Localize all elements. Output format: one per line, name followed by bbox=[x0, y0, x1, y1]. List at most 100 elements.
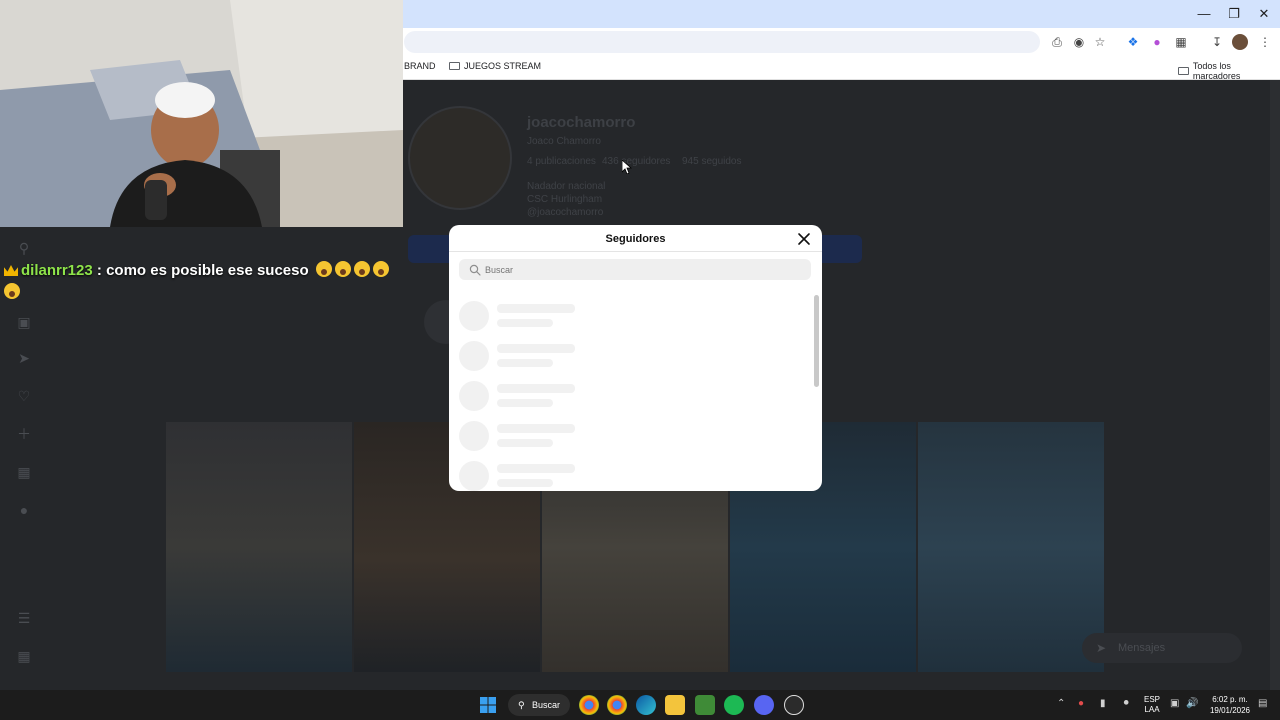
windows-taskbar: ⚲ Buscar ⌃ ● ▮ ⚫ ESP LAA ▣ 🔊 6:02 p. m. … bbox=[0, 690, 1280, 720]
notifications-icon[interactable]: ▤ bbox=[1258, 698, 1267, 709]
all-bookmarks-label: Todos los marcadores bbox=[1192, 61, 1241, 81]
search-icon bbox=[469, 263, 481, 281]
loading-line-placeholder bbox=[497, 359, 553, 367]
loading-avatar-placeholder bbox=[459, 421, 489, 451]
modal-scrollbar[interactable] bbox=[814, 295, 819, 387]
modal-title: Seguidores bbox=[605, 233, 666, 245]
folder-icon bbox=[449, 62, 460, 70]
close-icon[interactable] bbox=[795, 230, 813, 248]
install-app-icon[interactable]: ⎙ bbox=[1049, 34, 1065, 50]
chat-separator: : bbox=[96, 262, 102, 279]
minecraft-icon[interactable] bbox=[695, 695, 715, 715]
address-bar[interactable] bbox=[404, 31, 1040, 53]
language-indicator[interactable]: ESP LAA bbox=[1140, 695, 1164, 715]
bookmark-star-icon[interactable]: ☆ bbox=[1092, 34, 1108, 50]
clock-time: 6:02 p. m. bbox=[1212, 695, 1248, 704]
screaming-face-icon bbox=[4, 283, 20, 299]
chrome-icon[interactable] bbox=[579, 695, 599, 715]
post-thumbnail[interactable] bbox=[918, 422, 1104, 672]
modal-divider bbox=[449, 251, 822, 252]
close-window-icon[interactable]: ✕ bbox=[1249, 4, 1279, 24]
search-input[interactable] bbox=[485, 262, 785, 277]
chat-text: como es posible ese suceso bbox=[106, 262, 309, 279]
following-count[interactable]: 945 seguidos bbox=[682, 156, 742, 167]
followers-count[interactable]: 436 seguidores bbox=[602, 156, 670, 167]
loading-line-placeholder bbox=[497, 464, 575, 473]
heart-icon[interactable]: ♡ bbox=[16, 388, 32, 404]
all-bookmarks[interactable]: Todos los marcadores bbox=[1178, 61, 1280, 81]
crown-icon bbox=[4, 265, 18, 276]
search-icon: ⚲ bbox=[518, 700, 525, 710]
send-icon: ➤ bbox=[1096, 641, 1107, 655]
loading-line-placeholder bbox=[497, 319, 553, 327]
microphone-icon[interactable]: ⚫ bbox=[1122, 698, 1130, 709]
volume-icon[interactable]: 🔊 bbox=[1186, 698, 1198, 709]
loading-avatar-placeholder bbox=[459, 341, 489, 371]
eye-off-icon[interactable]: ◉ bbox=[1071, 34, 1087, 50]
profile-avatar[interactable] bbox=[1232, 34, 1248, 50]
screaming-face-icon bbox=[353, 261, 370, 277]
profile-avatar-large[interactable] bbox=[408, 106, 512, 210]
bio-line: CSC Hurlingham bbox=[527, 194, 603, 205]
edge-icon[interactable] bbox=[636, 695, 656, 715]
loading-line-placeholder bbox=[497, 479, 553, 487]
tray-app-icon[interactable]: ● bbox=[1078, 698, 1084, 709]
loading-avatar-placeholder bbox=[459, 381, 489, 411]
mouse-cursor bbox=[621, 159, 633, 179]
discord-icon[interactable] bbox=[754, 695, 774, 715]
profile-display-name: Joaco Chamorro bbox=[527, 136, 601, 147]
clock-date: 19/01/2026 bbox=[1209, 706, 1251, 715]
network-icon[interactable]: ▣ bbox=[1170, 698, 1179, 709]
loading-line-placeholder bbox=[497, 344, 575, 353]
bio-line: Nadador nacional bbox=[527, 181, 606, 192]
profile-icon[interactable]: ● bbox=[16, 502, 32, 518]
profile-username: joacochamorro bbox=[527, 114, 636, 131]
file-explorer-icon[interactable] bbox=[665, 695, 685, 715]
bookmark-label: BRAND bbox=[404, 61, 436, 71]
messages-icon[interactable]: ➤ bbox=[16, 350, 32, 366]
stream-chat-message: dilanrr123 : como es posible ese suceso bbox=[4, 260, 400, 304]
battery-icon[interactable]: ▮ bbox=[1100, 698, 1106, 709]
dashboard-icon[interactable]: ▦ bbox=[16, 464, 32, 480]
followers-modal: Seguidores bbox=[449, 225, 822, 491]
chrome-profile-icon[interactable] bbox=[607, 695, 627, 715]
taskbar-search-label: Buscar bbox=[532, 700, 561, 710]
layout-code: LAA bbox=[1144, 705, 1160, 714]
obs-icon[interactable] bbox=[784, 695, 804, 715]
bookmark-juegos-stream[interactable]: JUEGOS STREAM bbox=[449, 61, 541, 71]
windows-start-icon[interactable] bbox=[478, 695, 498, 715]
screaming-face-icon bbox=[315, 261, 332, 277]
search-field[interactable] bbox=[459, 259, 811, 280]
taskbar-clock[interactable]: 6:02 p. m. 19/01/2026 bbox=[1200, 694, 1260, 716]
reels-icon[interactable]: ▣ bbox=[16, 314, 32, 330]
bookmark-brand[interactable]: BRAND bbox=[404, 61, 436, 71]
more-menu-icon[interactable]: ⋮ bbox=[1257, 34, 1273, 50]
chevron-up-icon[interactable]: ⌃ bbox=[1057, 698, 1065, 709]
extensions-puzzle-icon[interactable]: ▦ bbox=[1173, 34, 1189, 50]
page-scrollbar[interactable] bbox=[1270, 80, 1280, 690]
extension-purple-icon[interactable]: ● bbox=[1149, 34, 1165, 50]
bookmark-label: JUEGOS STREAM bbox=[464, 61, 542, 71]
loading-line-placeholder bbox=[497, 439, 553, 447]
spotify-icon[interactable] bbox=[724, 695, 744, 715]
download-icon[interactable]: ↧ bbox=[1209, 34, 1225, 50]
loading-line-placeholder bbox=[497, 304, 575, 313]
folder-icon bbox=[1178, 67, 1189, 75]
taskbar-search-button[interactable]: ⚲ Buscar bbox=[508, 694, 570, 716]
loading-line-placeholder bbox=[497, 399, 553, 407]
screaming-face-icon bbox=[372, 261, 389, 277]
menu-icon[interactable]: ☰ bbox=[16, 610, 32, 626]
posts-count: 4 publicaciones bbox=[527, 156, 596, 167]
loading-line-placeholder bbox=[497, 384, 575, 393]
chat-username: dilanrr123 bbox=[21, 262, 93, 279]
create-plus-icon[interactable]: ＋ bbox=[16, 426, 32, 442]
minimize-icon[interactable]: — bbox=[1189, 4, 1219, 24]
threads-icon[interactable]: ▦ bbox=[16, 648, 32, 664]
language-code: ESP bbox=[1143, 695, 1160, 704]
post-thumbnail[interactable] bbox=[166, 422, 352, 672]
search-icon[interactable]: ⚲ bbox=[16, 240, 32, 256]
screaming-face-icon bbox=[334, 261, 351, 277]
messages-widget[interactable]: ➤ Mensajes bbox=[1082, 633, 1242, 663]
extension-audio-icon[interactable]: ❖ bbox=[1125, 34, 1141, 50]
restore-icon[interactable]: ❐ bbox=[1219, 4, 1249, 24]
